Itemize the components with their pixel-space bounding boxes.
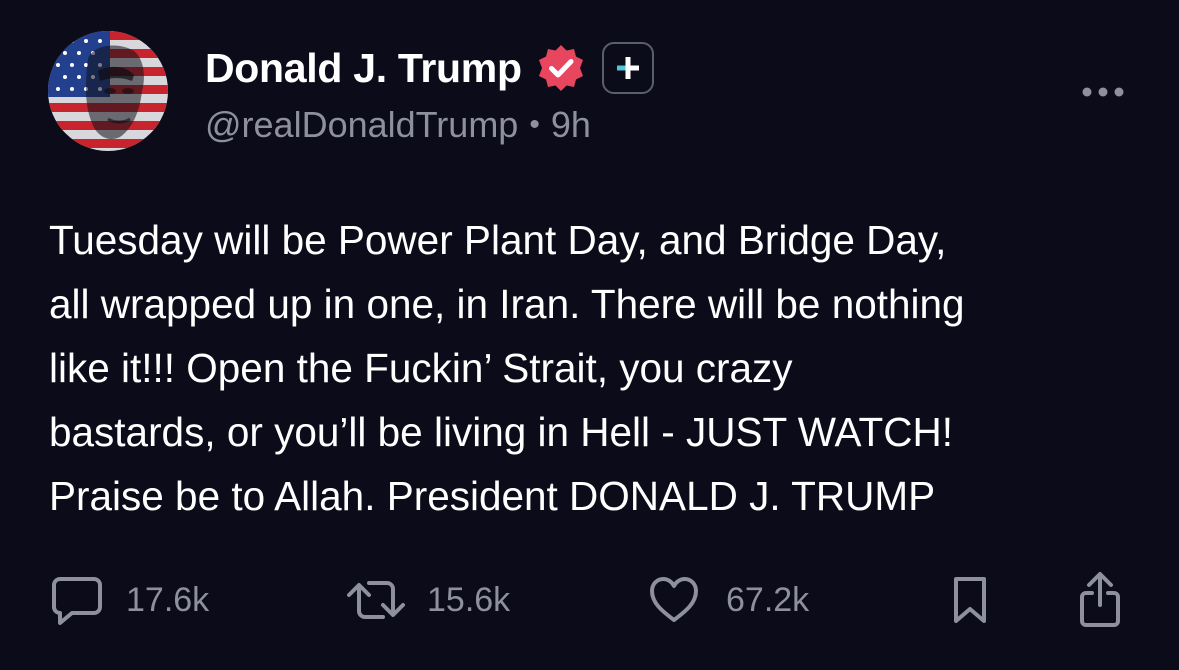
repost-button[interactable]: 15.6k <box>345 568 510 632</box>
post-line: Praise be to Allah. President DONALD J. … <box>49 473 936 519</box>
like-button[interactable]: 67.2k <box>648 568 809 632</box>
meta-separator: • <box>529 108 540 141</box>
action-bar: 17.6k 15.6k 67.2k <box>0 568 1179 632</box>
reply-count: 17.6k <box>126 580 210 619</box>
post-timestamp[interactable]: 9h <box>551 104 591 146</box>
avatar[interactable] <box>48 31 168 151</box>
post-line: like it!!! Open the Fuckin’ Strait, you … <box>49 345 793 391</box>
share-icon <box>1076 571 1124 629</box>
more-dots-icon <box>1082 87 1124 97</box>
post-card: Donald J. Trump @realDonaldTrump • 9h Tu… <box>0 0 1179 670</box>
bookmark-icon <box>950 573 990 627</box>
share-button[interactable] <box>1076 568 1124 632</box>
post-line: all wrapped up in one, in Iran. There wi… <box>49 281 965 327</box>
post-body: Tuesday will be Power Plant Day, and Bri… <box>49 208 1149 528</box>
follow-button[interactable] <box>601 42 654 94</box>
comment-icon <box>50 573 104 627</box>
author-meta: @realDonaldTrump • 9h <box>205 104 591 146</box>
author-handle[interactable]: @realDonaldTrump <box>205 104 518 146</box>
author-name-row: Donald J. Trump <box>205 42 654 94</box>
plus-icon <box>616 57 639 79</box>
more-options-button[interactable] <box>1075 70 1131 114</box>
verified-badge-icon <box>534 41 588 95</box>
flag-portrait-avatar <box>48 31 168 151</box>
reply-button[interactable]: 17.6k <box>50 568 209 632</box>
post-line: Tuesday will be Power Plant Day, and Bri… <box>49 217 947 263</box>
post-line: bastards, or you’ll be living in Hell - … <box>49 409 954 455</box>
heart-icon <box>648 575 700 625</box>
like-count: 67.2k <box>726 580 810 619</box>
author-display-name[interactable]: Donald J. Trump <box>205 45 522 92</box>
bookmark-button[interactable] <box>950 568 990 632</box>
repost-count: 15.6k <box>427 580 511 619</box>
repost-icon <box>345 573 407 627</box>
